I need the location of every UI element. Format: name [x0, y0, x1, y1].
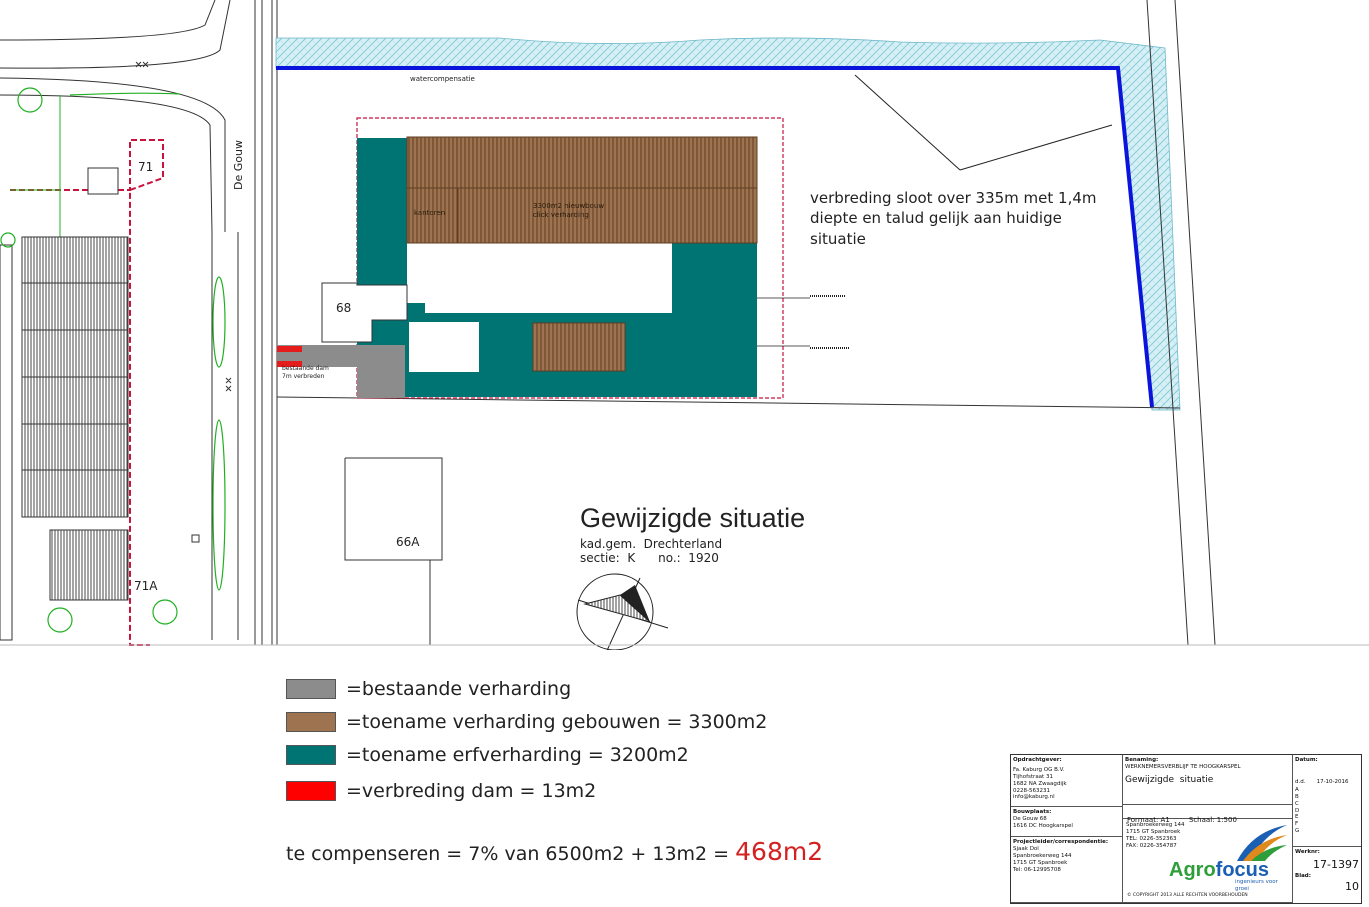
- ditch-note-line-1: verbreding sloot over 335m met 1,4m: [810, 189, 1097, 207]
- house-66a: [344, 457, 443, 645]
- greenhouse-blocks: [0, 236, 129, 641]
- tb-description-sub: WERKNEMERSVERBLIJF TE HOOGKARSPEL: [1125, 763, 1241, 770]
- cadastral-line-1: kad.gem. Drechterland: [580, 537, 723, 551]
- annotation-ticks: [757, 295, 850, 349]
- tb-job-label: Werknr:: [1295, 849, 1320, 855]
- tb-client-line: info@kaburg.nl: [1013, 794, 1055, 801]
- house-number-68: 68: [336, 301, 352, 315]
- open-area-2: [425, 303, 672, 313]
- street-label: De Gouw: [232, 140, 245, 190]
- tb-project-lead: Projectleider/correspondentie: Sjaak Dol…: [1011, 837, 1123, 903]
- dam-note-2: 7m verbreden: [282, 373, 325, 380]
- house-number-71: 71: [138, 160, 154, 174]
- tb-revision-c: C: [1295, 800, 1299, 807]
- tb-site: Bouwplaats: De Gouw 68 1616 DC Hoogkarsp…: [1011, 807, 1123, 837]
- house-number-66a: 66A: [396, 535, 420, 549]
- tb-revision-a: A: [1295, 786, 1299, 793]
- legend-item-dam: =verbreding dam = 13m2: [286, 780, 596, 802]
- tb-site-line: De Gouw 68: [1013, 815, 1047, 822]
- small-structure: [191, 534, 200, 543]
- tb-description: Benaming: WERKNEMERSVERBLIJF TE HOOGKARS…: [1123, 755, 1293, 805]
- tb-client: Opdrachtgever: Fa. Kaburg OG B.V. Tijhof…: [1011, 755, 1123, 807]
- tb-lead-line: Tel: 06-12995708: [1013, 866, 1061, 873]
- compensation-total: 468m2: [735, 837, 824, 866]
- water-compensation-label: watercompensatie: [410, 75, 475, 83]
- tb-revision-g: G: [1295, 828, 1300, 835]
- tb-site-label: Bouwplaats:: [1013, 809, 1052, 815]
- tb-format-scale: Formaat: A1 Schaal: 1:500: [1123, 805, 1293, 824]
- tb-sheet-value: 10: [1345, 879, 1359, 893]
- tb-revision-d: D: [1295, 807, 1300, 814]
- tb-dd-label: d.d.: [1295, 778, 1306, 785]
- compensation-formula: te compenseren = 7% van 6500m2 + 13m2 =: [286, 843, 736, 865]
- logo-agro: Agro: [1169, 859, 1216, 881]
- cadastral-line-2: sectie: K no.: 1920: [580, 551, 719, 565]
- building-label-right-1: 3300m2 nieuwbouw: [533, 202, 605, 210]
- building-label-right-2: click verharding: [533, 211, 589, 219]
- tb-description-label: Benaming:: [1125, 757, 1159, 763]
- open-area-1: [407, 243, 672, 303]
- tb-client-label: Opdrachtgever:: [1013, 757, 1062, 763]
- compensation-text: te compenseren = 7% van 6500m2 + 13m2 = …: [286, 837, 823, 866]
- tb-date-value: 17-10-2016: [1316, 778, 1349, 785]
- north-arrow: [576, 573, 669, 650]
- tb-client-line: Tijhofstraat 31: [1013, 773, 1053, 780]
- logo-focus: focus: [1215, 859, 1270, 881]
- legend-item-yard: =toename erfverharding = 3200m2: [286, 744, 689, 766]
- map-title: Gewijzigde situatie: [580, 503, 806, 533]
- road-top-left: [0, 0, 231, 233]
- tb-revision-e: E: [1295, 814, 1299, 821]
- house-71: [87, 167, 119, 195]
- tb-revision-b: B: [1295, 793, 1299, 800]
- tb-job-number: Werknr: 17-1397 Blad: 10: [1293, 847, 1361, 903]
- dam-note-1: bestaande dam: [282, 365, 329, 372]
- tb-lead-line: 1715 GT Spanbroek: [1013, 859, 1068, 866]
- tb-lead-line: Spanbroekerweg 144: [1013, 852, 1072, 859]
- legend-item-buildings: =toename verharding gebouwen = 3300m2: [286, 711, 767, 733]
- legend-swatch: [286, 745, 336, 765]
- tb-description-value: Gewijzigde situatie: [1125, 774, 1214, 785]
- tb-client-line: Fa. Kaburg OG B.V.: [1013, 766, 1065, 773]
- tb-date-label: Datum:: [1295, 757, 1318, 763]
- note-leader-lines: [854, 74, 1113, 171]
- legend-swatch: [286, 712, 336, 732]
- logo-tagline: ingenieurs voor groei: [1235, 879, 1278, 892]
- title-block: Opdrachtgever: Fa. Kaburg OG B.V. Tijhof…: [1010, 754, 1362, 904]
- new-building-small: [532, 322, 626, 372]
- legend-label: =verbreding dam = 13m2: [346, 780, 597, 802]
- road-de-gouw: [211, 0, 278, 645]
- green-boundary-line: [10, 95, 61, 240]
- legend-label: =bestaande verharding: [346, 678, 572, 700]
- legend-label: =toename erfverharding = 3200m2: [346, 744, 689, 766]
- tb-sheet-label: Blad:: [1295, 872, 1311, 879]
- new-building-main: [406, 136, 758, 244]
- tb-project-lead-label: Projectleider/correspondentie:: [1013, 839, 1109, 845]
- legend-item-existing: =bestaande verharding: [286, 678, 571, 700]
- road-markings: [135, 61, 232, 392]
- tb-lead-line: Sjaak Dol: [1013, 845, 1039, 852]
- ditch-note-line-3: situatie: [810, 230, 866, 248]
- tb-date: Datum: d.d. 17-10-2016 A B C D E F G: [1293, 755, 1361, 847]
- open-area-3: [409, 322, 479, 372]
- tb-site-line: 1616 DC Hoogkarspel: [1013, 822, 1073, 829]
- ditch-note-line-2: diepte en talud gelijk aan huidige: [810, 209, 1062, 227]
- tb-job-value: 17-1397: [1313, 857, 1359, 871]
- tb-client-line: 0228-563231: [1013, 787, 1050, 794]
- legend-swatch: [286, 781, 336, 801]
- legend-swatch: [286, 679, 336, 699]
- building-label-left: kantoren: [414, 209, 446, 217]
- tb-revision-f: F: [1295, 821, 1299, 828]
- house-number-71a: 71A: [134, 579, 158, 593]
- dam-widening-1: [277, 346, 302, 352]
- tb-company: Spanbroekerweg 144 1715 GT Spanbroek TEL…: [1123, 819, 1293, 903]
- tb-copyright: © COPYRIGHT 2013 ALLE RECHTEN VOORBEHOUD…: [1127, 893, 1248, 898]
- legend-label: =toename verharding gebouwen = 3300m2: [346, 711, 768, 733]
- tb-client-line: 1682 NA Zwaagdijk: [1013, 780, 1067, 787]
